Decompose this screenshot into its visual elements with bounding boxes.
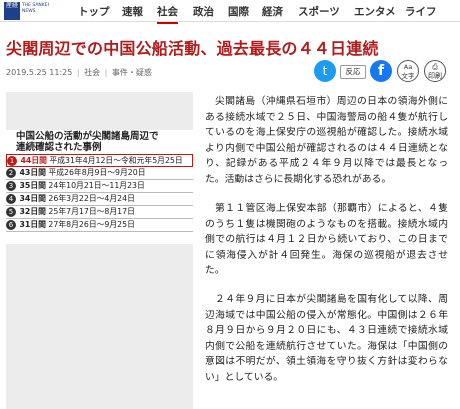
record-period: 平成26年8月9日～9月20日 [48,168,146,177]
record-row: 3 35日間 24年10月21日～11月23日 [6,180,193,193]
reaction-button[interactable]: 反応 [340,65,366,79]
article-paragraph: 第１１管区海上保安本部（那覇市）によると、４隻のうち１隻は機関砲のようなものを搭… [205,203,448,277]
print-icon[interactable]: ⎙ 印刷 [424,60,446,82]
top-nav: 産経 THE SANKEI NEWS トップ 速報 社会 政治 国際 経済 スポ… [0,0,460,24]
record-days: 43日間 [19,168,46,177]
figure-title-line1: 中国公船の活動が尖閣諸島周辺で [16,131,159,142]
nav-item-politics[interactable]: 政治 [193,4,214,19]
font-size-icon[interactable]: Aa 文字 [397,60,419,82]
record-figure: 中国公船の活動が尖閣諸島周辺で 連続確認された事例 1 44日間 平成31年4月… [6,131,193,232]
nav-item-entertainment[interactable]: エンタメ [354,4,396,19]
nav-item-economy[interactable]: 経済 [262,4,283,19]
record-period: 24年10月21日～11月23日 [48,181,145,190]
photo-placeholder [6,92,193,130]
record-days: 32日間 [19,207,46,216]
record-row: 2 43日間 平成26年8月9日～9月20日 [6,167,193,180]
record-row: 6 31日間 27年8月26日～9月25日 [6,219,193,232]
rank-badge: 1 [7,156,17,166]
article-paragraph: ２４年９月に日本が尖閣諸島を国有化して以降、周辺海域では中国公船の侵入が常態化。… [205,294,448,383]
rank-badge: 6 [6,220,16,230]
rank-badge: 2 [6,168,16,178]
ad-placeholder [6,244,193,409]
record-days: 34日間 [19,194,46,203]
twitter-share-icon[interactable]: t [314,60,336,82]
subcategory-link[interactable]: 事件・疑惑 [112,68,152,77]
article-date: 2019.5.25 11:25 [6,68,73,77]
nav-item-sports[interactable]: スポーツ [298,4,340,19]
nav-item-breaking[interactable]: 速報 [122,4,143,19]
nav-item-top[interactable]: トップ [78,4,110,19]
record-row: 1 44日間 平成31年4月12日～令和元年5月25日 [6,154,193,167]
logo-subtitle: THE SANKEI NEWS [22,3,49,14]
record-row: 5 32日間 25年7月17日～8月17日 [6,206,193,219]
nav-item-life[interactable]: ライフ [405,4,437,19]
record-days: 31日間 [19,220,46,229]
logo-text: 産経 [5,2,18,9]
category-link[interactable]: 社会 [84,68,100,77]
article-title: 尖閣周辺での中国公船活動、過去最長の４４日連続 [6,39,379,58]
facebook-share-icon[interactable]: f [370,60,392,82]
sankei-logo[interactable]: 産経 [4,2,20,20]
article-meta: 2019.5.25 11:25 | 社会 | 事件・疑惑 [6,68,152,77]
article-paragraph: 尖閣諸島（沖縄県石垣市）周辺の日本の領海外側にある接続水域で２５日、中国海警局の… [205,96,448,185]
record-period: 平成31年4月12日～令和元年5月25日 [49,156,183,165]
record-period: 26年3月22日～4月24日 [48,194,135,203]
rank-badge: 5 [6,207,16,217]
record-row: 4 34日間 26年3月22日～4月24日 [6,193,193,206]
record-period: 27年8月26日～9月25日 [48,220,135,229]
record-days: 35日間 [19,181,46,190]
rank-badge: 4 [6,194,16,204]
rank-badge: 3 [6,181,16,191]
nav-item-society[interactable]: 社会 [157,4,178,24]
record-period: 25年7月17日～8月17日 [48,207,135,216]
record-days: 44日間 [20,156,47,165]
nav-item-international[interactable]: 国際 [228,4,249,19]
figure-title-line2: 連続確認された事例 [16,142,102,153]
